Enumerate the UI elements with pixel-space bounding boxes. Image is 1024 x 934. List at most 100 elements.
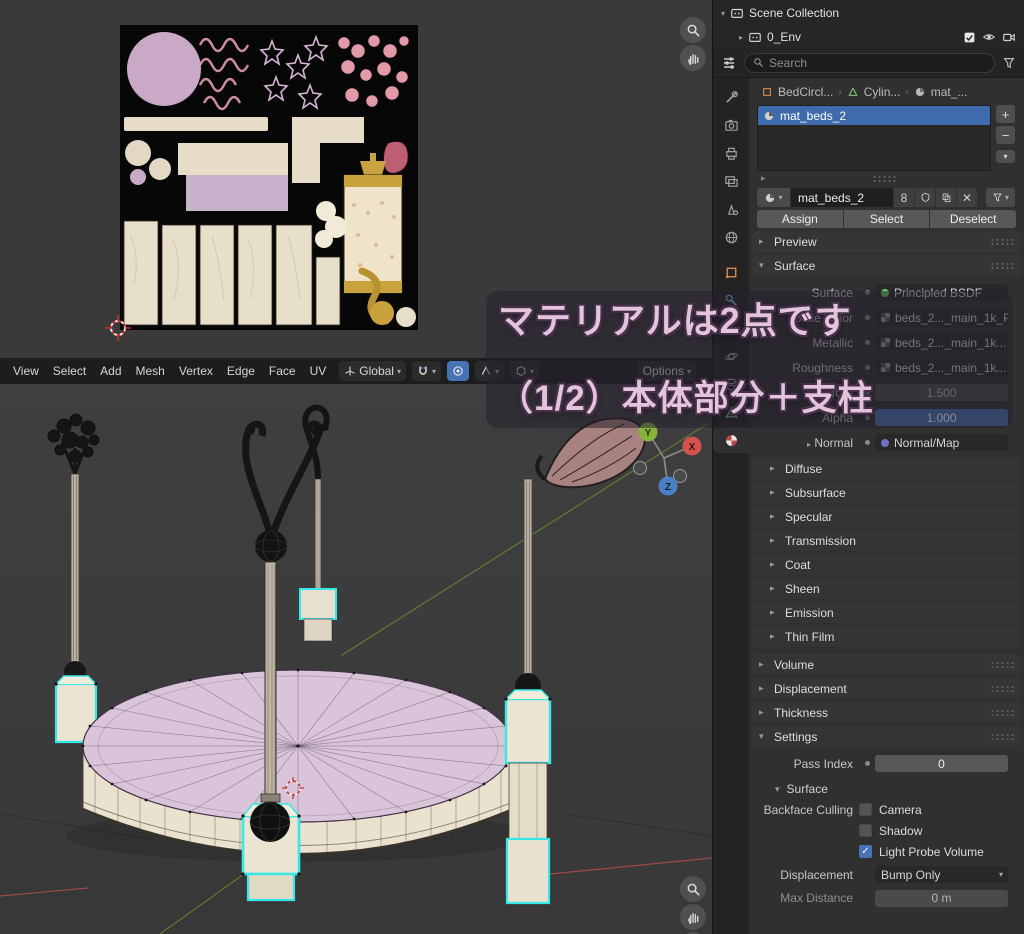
outliner-row-env[interactable]: ▸ 0_Env	[713, 24, 1024, 48]
properties-content: BedCircl... › Cylin... › mat_... mat_bed…	[749, 78, 1024, 934]
remove-slot-button[interactable]: −	[996, 126, 1015, 144]
deselect-button[interactable]: Deselect	[930, 210, 1016, 228]
tab-scene[interactable]	[713, 196, 749, 222]
eye-icon[interactable]	[982, 30, 996, 44]
max-distance-field[interactable]: 0 m	[875, 890, 1008, 907]
panel-displacement[interactable]: ▸ Displacement	[752, 678, 1021, 699]
decorate-dot-icon[interactable]	[865, 761, 870, 766]
select-button[interactable]: Select	[844, 210, 930, 228]
panel-grip[interactable]	[990, 733, 1014, 740]
row-label: Displacement	[749, 868, 859, 882]
panel-preview[interactable]: ▸ Preview	[752, 231, 1021, 252]
panel-transmission[interactable]: ▸Transmission	[752, 530, 1021, 551]
panel-emission[interactable]: ▸Emission	[752, 602, 1021, 623]
fake-user-button[interactable]	[915, 188, 935, 207]
panel-settings[interactable]: ▾Settings	[752, 726, 1021, 747]
panel-preview-label: Preview	[774, 235, 817, 249]
disclosure-icon: ▸	[759, 236, 767, 247]
breadcrumb-material[interactable]: mat_...	[931, 85, 968, 99]
panel-subsurface[interactable]: ▸Subsurface	[752, 482, 1021, 503]
filter-icon[interactable]	[1002, 56, 1016, 70]
panel-volume[interactable]: ▸Volume	[752, 654, 1021, 675]
panel-label: Sheen	[785, 582, 820, 596]
panel-specular[interactable]: ▸Specular	[752, 506, 1021, 527]
search-placeholder: Search	[769, 56, 807, 70]
settings-surface-subheader[interactable]: ▾ Surface	[749, 779, 1024, 799]
tab-world[interactable]	[713, 224, 749, 250]
panel-surface[interactable]: ▾ Surface	[752, 255, 1021, 276]
disclosure-icon[interactable]: ▸	[807, 440, 811, 449]
3d-viewport[interactable]: Y X Z	[0, 384, 712, 934]
menu-edge[interactable]: Edge	[220, 362, 262, 380]
panel-grip[interactable]	[990, 262, 1014, 269]
panel-grip[interactable]	[990, 661, 1014, 668]
decorate-dot-icon[interactable]	[865, 440, 870, 445]
menu-vertex[interactable]: Vertex	[172, 362, 220, 380]
navigation-gizmo[interactable]: Y X Z	[620, 414, 708, 510]
material-name-field[interactable]: mat_beds_2	[791, 188, 893, 207]
browse-material-button[interactable]: ▾	[757, 188, 790, 207]
menu-select[interactable]: Select	[46, 362, 93, 380]
camera-checkbox[interactable]: ✓	[859, 803, 872, 816]
breadcrumb-data[interactable]: Cylin...	[864, 85, 901, 99]
panel-grip[interactable]	[990, 238, 1014, 245]
material-specials-dropdown[interactable]: ▾	[986, 188, 1015, 207]
panel-grip[interactable]	[990, 685, 1014, 692]
checkbox-icon[interactable]	[963, 31, 976, 44]
disclosure-icon[interactable]: ▸	[761, 173, 766, 184]
breadcrumb-object[interactable]: BedCircl...	[778, 85, 833, 99]
scene-collection-label: Scene Collection	[749, 6, 839, 20]
copy-material-button[interactable]	[936, 188, 956, 207]
panel-thickness[interactable]: ▸Thickness	[752, 702, 1021, 723]
menu-add[interactable]: Add	[93, 362, 128, 380]
material-slot-active[interactable]: mat_beds_2	[758, 106, 990, 125]
panel-label: Thickness	[774, 706, 828, 720]
displacement-dropdown[interactable]: Bump Only▾	[875, 866, 1008, 883]
tab-output[interactable]	[713, 140, 749, 166]
unlink-material-button[interactable]: ✕	[957, 188, 977, 207]
snap-widget[interactable]: ▾	[412, 361, 441, 381]
proportional-editing-toggle[interactable]	[447, 361, 469, 381]
pass-index-field[interactable]: 0	[875, 755, 1008, 772]
minus-icon: −	[1002, 128, 1010, 143]
light-probe-checkbox[interactable]: ✓	[859, 845, 872, 858]
outliner-row-scene-collection[interactable]: ▾ Scene Collection	[713, 0, 1024, 24]
uv-pan-button[interactable]	[680, 45, 706, 71]
menu-uv[interactable]: UV	[303, 362, 334, 380]
search-input[interactable]: Search	[744, 53, 995, 73]
viewport-pan-button[interactable]	[680, 904, 706, 930]
menu-mesh[interactable]: Mesh	[129, 362, 172, 380]
normal-field[interactable]: Normal/Map	[875, 434, 1008, 451]
displacement-value: Bump Only	[881, 868, 940, 882]
tab-object[interactable]	[713, 259, 749, 285]
panel-thin-film[interactable]: ▸Thin Film	[752, 626, 1021, 647]
panel-diffuse[interactable]: ▸Diffuse	[752, 458, 1021, 479]
panel-sheen[interactable]: ▸Sheen	[752, 578, 1021, 599]
disclosure-icon: ▸	[770, 511, 778, 522]
material-slot-list[interactable]: mat_beds_2	[757, 105, 991, 171]
tab-render[interactable]	[713, 112, 749, 138]
panel-coat[interactable]: ▸Coat	[752, 554, 1021, 575]
tab-view-layer[interactable]	[713, 168, 749, 194]
properties-editor-icon[interactable]	[721, 55, 737, 71]
tab-material[interactable]	[713, 427, 749, 453]
slot-specials-button[interactable]: ▾	[996, 150, 1015, 163]
camera-icon[interactable]	[1002, 30, 1016, 44]
shadow-checkbox[interactable]: ✓	[859, 824, 872, 837]
menu-view[interactable]: View	[6, 362, 46, 380]
tab-tool[interactable]	[713, 84, 749, 110]
menu-face[interactable]: Face	[262, 362, 303, 380]
viewport-zoom-button[interactable]	[680, 876, 706, 902]
shadow-checkbox-label: Shadow	[879, 824, 922, 838]
uv-zoom-button[interactable]	[680, 17, 706, 43]
disclosure-icon: ▸	[759, 683, 767, 694]
users-count-button[interactable]: 8	[894, 188, 914, 207]
transform-orientation-dropdown[interactable]: Global ▾	[339, 361, 406, 381]
panel-label: Displacement	[774, 682, 847, 696]
panel-grip[interactable]	[990, 709, 1014, 716]
material-icon	[914, 86, 926, 98]
resize-grip[interactable]	[872, 175, 896, 182]
uv-marble-bars	[124, 221, 340, 325]
add-slot-button[interactable]: +	[996, 105, 1015, 123]
assign-button[interactable]: Assign	[757, 210, 843, 228]
